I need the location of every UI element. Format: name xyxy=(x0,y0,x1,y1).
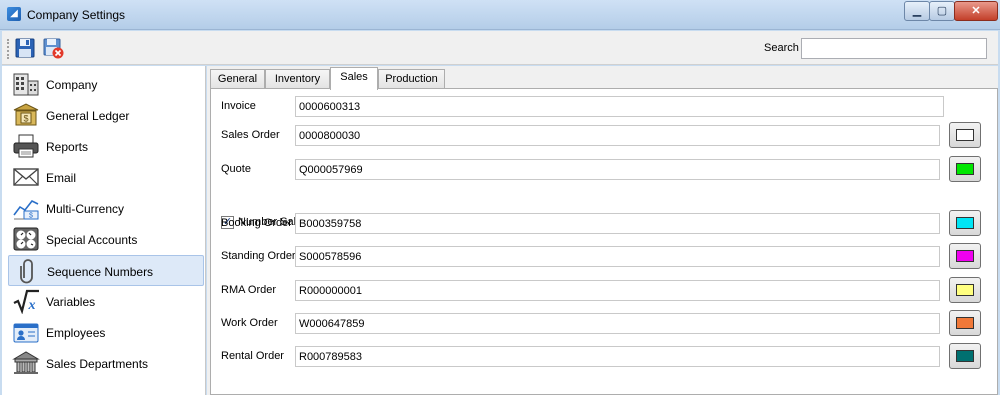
nav-item-sequence-numbers[interactable]: Sequence Numbers xyxy=(8,255,204,286)
sales-tab-pane: Invoice Sales Order Quote ✓ Number Sales… xyxy=(210,88,998,395)
nav-item-special-accounts[interactable]: Special Accounts xyxy=(8,224,204,255)
envelope-icon xyxy=(13,168,39,186)
invoice-label: Invoice xyxy=(221,100,256,112)
quote-field[interactable] xyxy=(295,159,940,180)
color-swatch xyxy=(956,217,974,229)
color-swatch xyxy=(956,350,974,362)
work-order-field[interactable] xyxy=(295,313,940,334)
toolbar-grip xyxy=(7,39,10,59)
svg-text:$: $ xyxy=(29,213,33,220)
sales-order-label: Sales Order xyxy=(221,129,280,141)
rma-order-color-button[interactable] xyxy=(949,277,981,303)
sqrt-x-icon: x xyxy=(13,289,39,314)
discard-changes-button[interactable] xyxy=(42,37,64,59)
search-input[interactable] xyxy=(801,38,987,59)
svg-text:$: $ xyxy=(23,114,28,124)
nav-label: Multi-Currency xyxy=(46,202,125,216)
window-title: Company Settings xyxy=(27,8,126,22)
save-icon xyxy=(15,38,35,58)
title-bar: ◢ Company Settings ▁ ▢ ✕ xyxy=(0,0,1000,30)
quote-label: Quote xyxy=(221,163,251,175)
booking-order-label: Booking Order xyxy=(221,217,292,229)
paperclip-icon xyxy=(20,259,33,284)
save-button[interactable] xyxy=(14,37,36,59)
color-swatch xyxy=(956,129,974,141)
work-order-label: Work Order xyxy=(221,317,278,329)
tab-production[interactable]: Production xyxy=(378,69,445,89)
nav-item-variables[interactable]: x Variables xyxy=(8,286,204,317)
tab-sales[interactable]: Sales xyxy=(330,67,378,90)
close-button[interactable]: ✕ xyxy=(954,1,998,21)
color-swatch xyxy=(956,317,974,329)
standing-order-color-button[interactable] xyxy=(949,243,981,269)
rental-order-color-button[interactable] xyxy=(949,343,981,369)
nav-item-email[interactable]: Email xyxy=(8,162,204,193)
nav-item-reports[interactable]: Reports xyxy=(8,131,204,162)
nav-label: Employees xyxy=(46,326,106,340)
nav-label: Special Accounts xyxy=(46,233,138,247)
nav-label: Reports xyxy=(46,140,89,154)
color-swatch xyxy=(956,163,974,175)
booking-order-field[interactable] xyxy=(295,213,940,234)
building-icon xyxy=(13,73,39,96)
nav-label: Company xyxy=(46,78,98,92)
toolbar: Search xyxy=(2,31,998,65)
rma-order-field[interactable] xyxy=(295,280,940,301)
id-card-icon xyxy=(13,323,39,343)
nav-label: General Ledger xyxy=(46,109,130,123)
settings-panel: General Inventory Sales Production Invoi… xyxy=(207,66,998,395)
invoice-field[interactable] xyxy=(295,96,944,117)
color-swatch xyxy=(956,250,974,262)
nav-label: Email xyxy=(46,171,77,185)
nav-label: Variables xyxy=(46,295,96,309)
app-icon: ◢ xyxy=(7,7,21,21)
svg-text:x: x xyxy=(28,298,36,313)
currency-chart-icon: $ xyxy=(13,199,39,220)
minimize-button[interactable]: ▁ xyxy=(904,1,930,21)
standing-order-field[interactable] xyxy=(295,246,940,267)
nav-label: Sequence Numbers xyxy=(47,265,154,279)
rma-order-label: RMA Order xyxy=(221,284,277,296)
search-label: Search xyxy=(764,42,799,54)
maximize-button[interactable]: ▢ xyxy=(929,1,955,21)
rental-order-label: Rental Order xyxy=(221,350,284,362)
rental-order-field[interactable] xyxy=(295,346,940,367)
tab-general[interactable]: General xyxy=(210,69,265,89)
printer-icon xyxy=(13,134,39,158)
booking-order-color-button[interactable] xyxy=(949,210,981,236)
store-icon xyxy=(12,351,40,374)
tab-inventory[interactable]: Inventory xyxy=(265,69,330,89)
sales-order-color-button[interactable] xyxy=(949,122,981,148)
quote-color-button[interactable] xyxy=(949,156,981,182)
standing-order-label: Standing Order xyxy=(221,250,296,262)
work-order-color-button[interactable] xyxy=(949,310,981,336)
sales-order-field[interactable] xyxy=(295,125,940,146)
nav-label: Sales Departments xyxy=(46,357,149,371)
ledger-icon: $ xyxy=(13,103,39,126)
settings-nav: Company $ General Ledger Reports Email $… xyxy=(2,66,206,395)
gauges-icon xyxy=(13,227,39,251)
nav-item-company[interactable]: Company xyxy=(8,69,204,100)
nav-item-employees[interactable]: Employees xyxy=(8,317,204,348)
color-swatch xyxy=(956,284,974,296)
save-cancel-icon xyxy=(43,38,64,59)
nav-item-sales-departments[interactable]: Sales Departments xyxy=(8,348,204,379)
nav-item-general-ledger[interactable]: $ General Ledger xyxy=(8,100,204,131)
nav-item-multi-currency[interactable]: $ Multi-Currency xyxy=(8,193,204,224)
